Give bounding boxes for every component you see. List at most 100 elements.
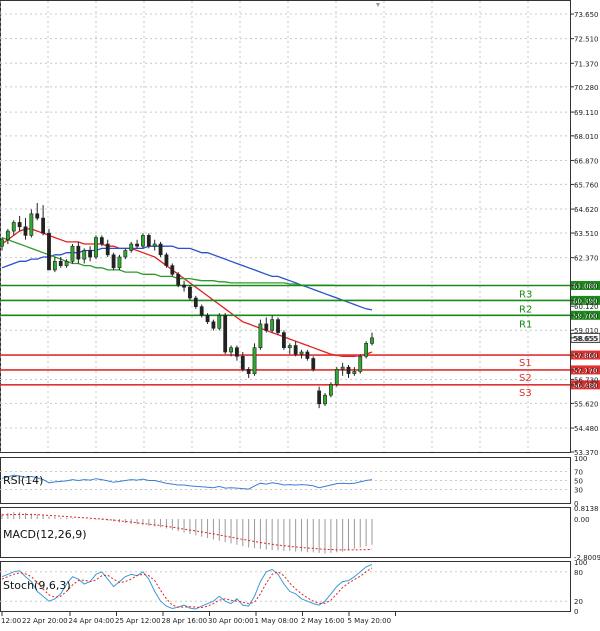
stoch-indicator: 100 80 20 0 [0, 559, 587, 616]
candle [346, 364, 351, 378]
candle [246, 367, 251, 378]
candle-body [58, 261, 63, 266]
candle [235, 345, 239, 361]
candle [41, 205, 46, 236]
price-tick-label: 66.870 [574, 157, 599, 165]
candle-body [0, 239, 4, 247]
candle-body [123, 250, 128, 258]
price-tick-label: 72.510 [574, 36, 599, 44]
stoch-tick-label: 20 [574, 598, 583, 606]
level-name-r1: R1 [519, 319, 532, 330]
candle-body [88, 250, 92, 258]
candle [17, 215, 22, 232]
candle [94, 235, 98, 260]
macd-indicator: 0.81380.00-2.8009 [1, 505, 600, 562]
candle-body [47, 232, 51, 271]
time-tick-label: 25 Apr 12:00 [115, 617, 161, 625]
pivot-levels: R361.080R260.390R159.700S157.860S257.170… [0, 280, 600, 399]
candle-body [252, 347, 257, 374]
candle-body [146, 235, 151, 247]
candle [170, 263, 175, 277]
candle [76, 241, 81, 264]
candle-body [223, 314, 228, 353]
candle [47, 228, 51, 271]
candle [293, 341, 298, 357]
ma-line-2 [1, 236, 372, 287]
candle-body [235, 347, 239, 357]
time-tick-label: 2 May 16:00 [301, 617, 345, 625]
candle-body [282, 332, 286, 348]
time-tick-label: 1 May 08:00 [255, 617, 299, 625]
scroll-marker-icon[interactable] [376, 3, 380, 7]
candle [370, 332, 374, 346]
time-axis: 12:00 22 Apr 20:00 24 Apr 04:00 25 Apr 12:0… [1, 612, 396, 625]
candle [117, 254, 122, 270]
candle [340, 362, 345, 376]
level-name-s3: S3 [519, 388, 532, 399]
candle-body [5, 230, 10, 241]
candle [276, 317, 280, 335]
macd-label: MACD(12,26,9) [3, 528, 87, 541]
candle [70, 244, 75, 264]
candle-body [64, 261, 69, 266]
price-tick-label: 71.370 [574, 60, 599, 68]
candle [182, 280, 186, 292]
candle [264, 317, 269, 333]
candle-body [17, 222, 22, 228]
time-tick-label: 30 Apr 00:00 [208, 617, 254, 625]
candle [82, 248, 87, 264]
candle-body [364, 343, 369, 357]
stoch-label: Stoch(9,6,3) [3, 579, 71, 592]
candle [88, 246, 92, 262]
macd-tick-label: 0.00 [574, 516, 590, 524]
candle [141, 233, 145, 249]
candle-body [94, 237, 98, 258]
rsi-label: RSI(14) [3, 474, 43, 487]
candle-body [70, 245, 75, 262]
candle-body [129, 243, 134, 251]
candle [111, 252, 116, 270]
candle [287, 343, 292, 355]
candle-body [141, 235, 145, 247]
candle-body [158, 243, 163, 256]
price-tick-label: 55.620 [574, 400, 599, 408]
candle-body [52, 261, 57, 271]
stoch-tick-label: 0 [574, 608, 578, 616]
candle [217, 313, 222, 331]
candle [199, 304, 204, 318]
price-tick-label: 57.860 [574, 352, 599, 360]
candle [23, 218, 28, 240]
price-tick-label: 56.480 [574, 382, 599, 390]
candle [105, 239, 110, 257]
candle [29, 209, 34, 238]
candle-body [246, 368, 251, 374]
time-tick-label: 5 May 20:00 [348, 617, 392, 625]
candles [0, 203, 374, 409]
price-tick-label: 60.120 [574, 303, 599, 311]
candle [152, 239, 157, 251]
candle [52, 256, 57, 273]
candle-body [311, 358, 316, 370]
rsi-tick-label: 100 [574, 455, 587, 463]
time-tick-label: 24 Apr 04:00 [69, 617, 115, 625]
chart-canvas[interactable]: R361.080R260.390R159.700S157.860S257.170… [0, 0, 600, 627]
level-name-r3: R3 [519, 289, 532, 300]
candle-body [35, 213, 40, 219]
level-name-s1: S1 [519, 358, 532, 369]
candle-body [346, 366, 351, 374]
rsi-tick-label: 50 [574, 478, 583, 486]
price-tick-label: 73.650 [574, 11, 599, 19]
candle-body [270, 319, 275, 331]
candle-body [188, 286, 192, 299]
candle-body [170, 265, 175, 275]
stoch-tick-label: 100 [574, 559, 587, 567]
candle-body [370, 337, 374, 344]
candle [164, 252, 169, 268]
candle-body [82, 250, 87, 260]
candle-body [229, 347, 233, 353]
candle-body [305, 351, 310, 359]
candle-body [135, 243, 139, 247]
candle-body [105, 243, 110, 256]
candle [193, 295, 198, 309]
candle-body [334, 368, 339, 385]
